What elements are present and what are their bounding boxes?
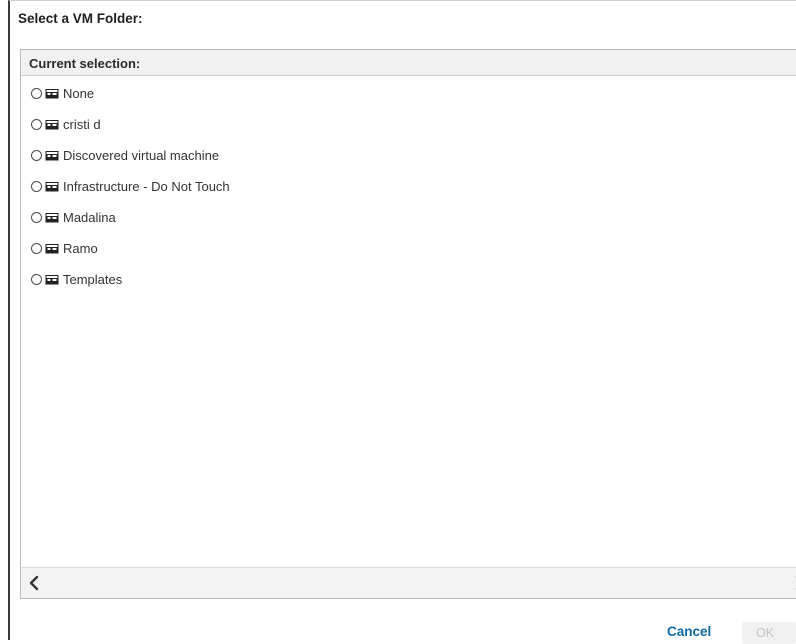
radio-button[interactable] [31,181,42,192]
folder-item-madalina[interactable]: Madalina [21,202,796,233]
horizontal-scrollbar[interactable] [21,567,796,598]
folder-item-ramo[interactable]: Ramo [21,233,796,264]
folder-label: cristi d [63,117,101,132]
scroll-left-arrow-icon[interactable] [25,574,45,592]
folder-item-infrastructure[interactable]: Infrastructure - Do Not Touch [21,171,796,202]
radio-button[interactable] [31,274,42,285]
folder-icon [45,213,59,223]
folder-label: Madalina [63,210,116,225]
folder-item-templates[interactable]: Templates [21,264,796,295]
folder-icon [45,151,59,161]
radio-button[interactable] [31,150,42,161]
radio-button[interactable] [31,243,42,254]
folder-item-none[interactable]: None [21,76,796,109]
folder-label: Ramo [63,241,98,256]
folder-label: None [63,86,95,101]
folder-icon [45,275,59,285]
folder-icon [45,182,59,192]
folder-item-discovered-virtual-machine[interactable]: Discovered virtual machine [21,140,796,171]
folder-item-cristi-d[interactable]: cristi d [21,109,796,140]
ok-button[interactable]: OK [742,622,796,644]
folder-icon [45,120,59,130]
dialog-title: Select a VM Folder: [18,11,143,26]
folder-selection-panel: Current selection: None cristi d Discove… [20,49,796,599]
scroll-right-arrow-icon[interactable] [789,574,796,592]
current-selection-header: Current selection: [21,50,796,76]
radio-button[interactable] [31,88,42,99]
folder-label: Discovered virtual machine [63,148,220,163]
select-vm-folder-dialog: Select a VM Folder: Current selection: N… [8,0,796,640]
radio-button[interactable] [31,212,42,223]
radio-button[interactable] [31,119,42,130]
folder-icon [45,89,59,99]
folder-label: Templates [63,272,123,287]
folder-label: Infrastructure - Do Not Touch [63,179,230,194]
cancel-button[interactable]: Cancel [667,624,711,639]
folder-list: None cristi d Discovered virtual machine… [21,76,796,295]
folder-icon [45,244,59,254]
